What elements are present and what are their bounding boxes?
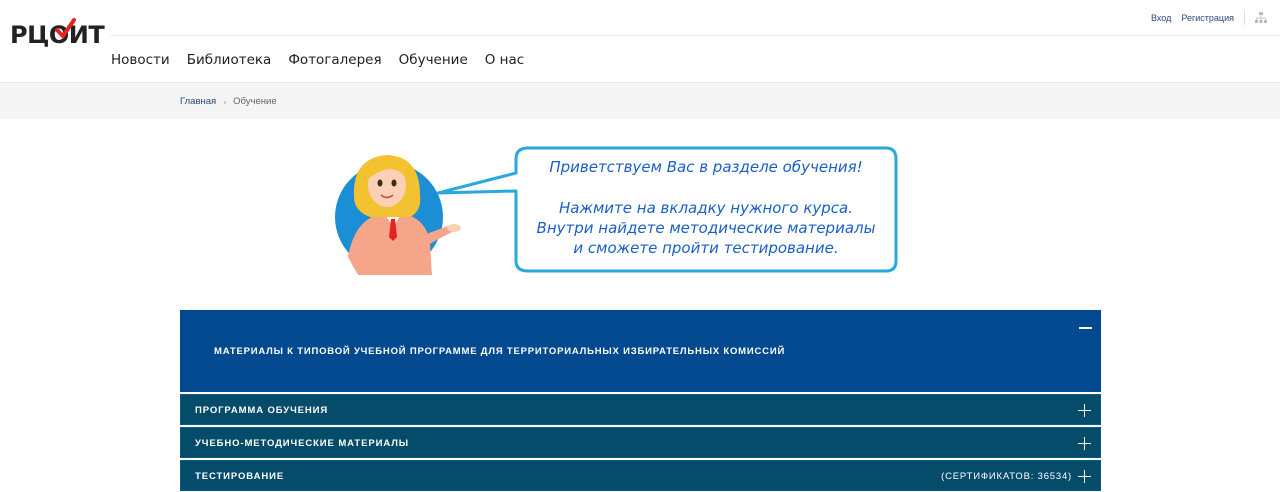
accordion-item-label: ПРОГРАММА ОБУЧЕНИЯ: [195, 405, 329, 416]
banner-line4: и сможете пройти тестирование.: [573, 239, 838, 257]
breadcrumb-home[interactable]: Главная: [180, 96, 216, 107]
main-nav: Новости Библиотека Фотогалерея Обучение …: [111, 52, 524, 68]
nav-news[interactable]: Новости: [111, 52, 170, 68]
site-header: РЦОИТ Вход Регистрация Новости Библиотек…: [0, 0, 1280, 83]
accordion-item-label: ТЕСТИРОВАНИЕ: [195, 471, 285, 482]
accordion-header[interactable]: МАТЕРИАЛЫ К ТИПОВОЙ УЧЕБНОЙ ПРОГРАММЕ ДЛ…: [180, 310, 1101, 392]
accordion-item-label: УЧЕБНО-МЕТОДИЧЕСКИЕ МАТЕРИАЛЫ: [195, 438, 409, 449]
certificates-count: (СЕРТИФИКАТОВ: 36534): [941, 471, 1072, 482]
accordion-item-testing[interactable]: ТЕСТИРОВАНИЕ (СЕРТИФИКАТОВ: 36534): [180, 460, 1101, 491]
plus-icon[interactable]: [1078, 404, 1091, 417]
minus-icon[interactable]: [1079, 327, 1092, 329]
course-accordion: МАТЕРИАЛЫ К ТИПОВОЙ УЧЕБНОЙ ПРОГРАММЕ ДЛ…: [180, 310, 1101, 491]
accordion-item-program[interactable]: ПРОГРАММА ОБУЧЕНИЯ: [180, 394, 1101, 425]
nav-training[interactable]: Обучение: [399, 52, 468, 68]
nav-gallery[interactable]: Фотогалерея: [288, 52, 381, 68]
divider: [1244, 11, 1245, 25]
checkmark-icon: [10, 20, 11, 21]
nav-library[interactable]: Библиотека: [187, 52, 272, 68]
top-bar: Вход Регистрация: [110, 0, 1280, 36]
accordion-item-materials[interactable]: УЧЕБНО-МЕТОДИЧЕСКИЕ МАТЕРИАЛЫ: [180, 427, 1101, 458]
chevron-right-icon: ›: [223, 96, 227, 107]
register-link[interactable]: Регистрация: [1181, 13, 1234, 23]
nav-about[interactable]: О нас: [485, 52, 524, 68]
banner-line3: Внутри найдете методические материалы: [537, 219, 876, 237]
breadcrumb: Главная › Обучение: [180, 96, 277, 107]
sitemap-icon[interactable]: [1254, 11, 1268, 25]
banner-line2: Нажмите на вкладку нужного курса.: [559, 199, 853, 217]
site-logo[interactable]: РЦОИТ: [10, 18, 105, 50]
auth-links: Вход Регистрация: [1151, 13, 1234, 23]
plus-icon[interactable]: [1078, 470, 1091, 483]
breadcrumb-current: Обучение: [233, 96, 277, 107]
login-link[interactable]: Вход: [1151, 13, 1171, 23]
welcome-banner: Приветствуем Вас в разделе обучения! Наж…: [335, 146, 898, 275]
checkmark-icon: [55, 18, 76, 40]
breadcrumb-bar: Главная › Обучение: [0, 83, 1280, 119]
banner-line1: Приветствуем Вас в разделе обучения!: [549, 158, 862, 176]
accordion-title: МАТЕРИАЛЫ К ТИПОВОЙ УЧЕБНОЙ ПРОГРАММЕ ДЛ…: [214, 346, 786, 357]
plus-icon[interactable]: [1078, 437, 1091, 450]
